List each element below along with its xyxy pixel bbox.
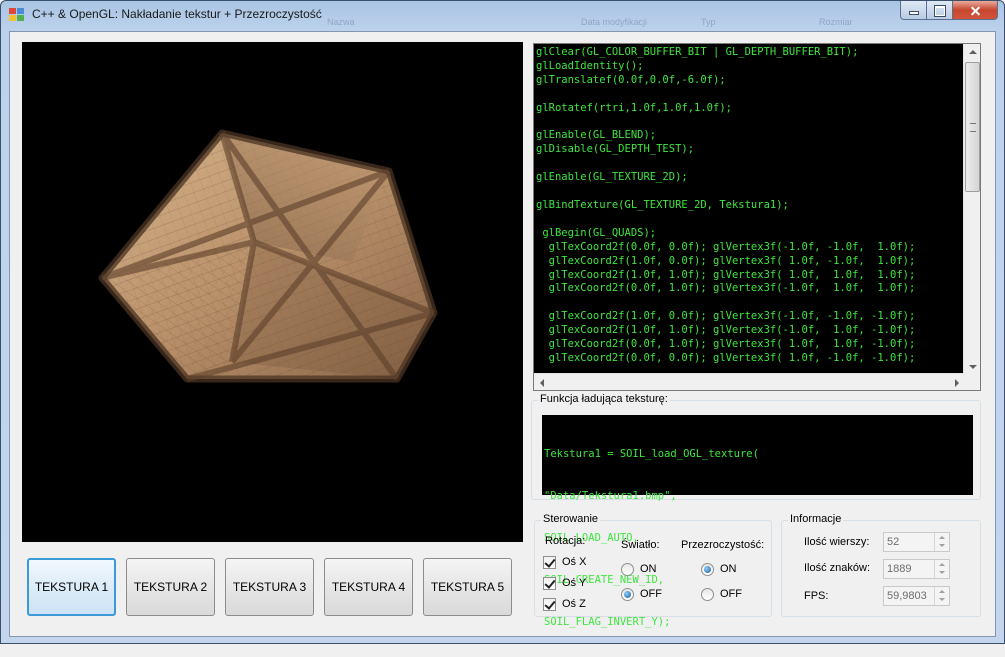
light-on-label[interactable]: ON: [640, 563, 657, 575]
ghost-header-name: Nazwa: [327, 17, 355, 27]
controls-title: Sterowanie: [541, 513, 601, 525]
code-line: glDisable(GL_DEPTH_TEST);: [536, 143, 695, 156]
transparency-off-radio[interactable]: [701, 588, 714, 601]
rows-count-spinner-icon: [934, 533, 949, 551]
scroll-up-icon[interactable]: [964, 44, 980, 61]
texture-1-button[interactable]: TEKSTURA 1: [27, 558, 116, 616]
code-line: glBegin(GL_QUADS);: [536, 226, 657, 239]
axis-z-label[interactable]: Oś Z: [562, 598, 586, 610]
texture-2-button[interactable]: TEKSTURA 2: [126, 558, 215, 616]
fps-value: 59,9803: [887, 590, 927, 602]
code-line: glTexCoord2f(0.0f, 1.0f); glVertex3f(-1.…: [536, 282, 916, 295]
chars-count-spinner-icon: [934, 560, 949, 578]
texture-3-button[interactable]: TEKSTURA 3: [225, 558, 314, 616]
chars-count-field: 1889: [883, 559, 950, 579]
loader-line: Tekstura1 = SOIL_load_OGL_texture(: [544, 448, 759, 460]
code-text[interactable]: glClear(GL_COLOR_BUFFER_BIT | GL_DEPTH_B…: [536, 46, 964, 372]
scroll-left-icon[interactable]: [534, 374, 551, 390]
textured-cube-render: [98, 129, 438, 383]
axis-y-checkbox[interactable]: [543, 577, 556, 590]
code-line: glTexCoord2f(1.0f, 1.0f); glVertex3f(-1.…: [536, 324, 916, 337]
title-bar[interactable]: C++ & OpenGL: Nakładanie tekstur + Przez…: [1, 1, 1004, 29]
fps-field: 59,9803: [883, 586, 950, 606]
axis-x-checkbox[interactable]: [543, 556, 556, 569]
code-line: glTexCoord2f(0.0f, 1.0f); glVertex3f( 1.…: [536, 338, 916, 351]
info-group: Informacje Ilość wierszy: 52 Ilość znakó…: [781, 513, 981, 617]
texture-4-button[interactable]: TEKSTURA 4: [324, 558, 413, 616]
ghost-header-size: Rozmiar: [819, 17, 853, 27]
ghost-header-type: Typ: [701, 17, 716, 27]
code-line: glTexCoord2f(1.0f, 0.0f); glVertex3f(-1.…: [536, 310, 916, 323]
close-button[interactable]: [953, 1, 998, 20]
scroll-corner: [963, 373, 980, 390]
minimize-button[interactable]: [900, 1, 927, 20]
transparency-on-label[interactable]: ON: [720, 563, 737, 575]
code-line: glTexCoord2f(1.0f, 1.0f); glVertex3f( 1.…: [536, 268, 916, 281]
light-label: Światło:: [621, 539, 660, 551]
fps-spinner-icon: [934, 587, 949, 605]
client-area: TEKSTURA 1 TEKSTURA 2 TEKSTURA 3 TEKSTUR…: [9, 31, 996, 637]
code-line: glEnable(GL_BLEND);: [536, 129, 657, 142]
horizontal-scrollbar[interactable]: [534, 373, 965, 390]
transparency-off-label[interactable]: OFF: [720, 588, 742, 600]
texture-loader-title: Funkcja ładująca teksturę:: [538, 393, 670, 405]
vertical-scroll-thumb[interactable]: [965, 62, 980, 192]
controls-group: Sterowanie Rotacja: Oś X Oś Y Oś Z Świat…: [534, 513, 772, 617]
opengl-viewport[interactable]: [22, 42, 523, 542]
rows-count-label: Ilość wierszy:: [804, 536, 870, 548]
transparency-on-radio[interactable]: [701, 563, 714, 576]
background-column-headers: Nazwa Data modyfikacji Typ Rozmiar: [1, 17, 1004, 27]
light-off-label[interactable]: OFF: [640, 588, 662, 600]
code-editor[interactable]: glClear(GL_COLOR_BUFFER_BIT | GL_DEPTH_B…: [533, 43, 981, 391]
light-on-radio[interactable]: [621, 563, 634, 576]
vertical-scrollbar[interactable]: [963, 44, 980, 375]
code-line: glRotatef(rtri,1.0f,1.0f,1.0f);: [536, 101, 732, 114]
code-line: glTexCoord2f(0.0f, 0.0f); glVertex3f( 1.…: [536, 351, 916, 364]
axis-z-checkbox[interactable]: [543, 598, 556, 611]
code-line: glEnable(GL_TEXTURE_2D);: [536, 171, 688, 184]
code-line: glTranslatef(0.0f,0.0f,-6.0f);: [536, 73, 726, 86]
code-line: glClear(GL_COLOR_BUFFER_BIT | GL_DEPTH_B…: [536, 46, 859, 58]
code-line: glBindTexture(GL_TEXTURE_2D, Tekstura1);: [536, 198, 789, 211]
maximize-button[interactable]: [927, 1, 953, 20]
texture-loader-group: Funkcja ładująca teksturę: Tekstura1 = S…: [531, 393, 981, 628]
axis-y-label[interactable]: Oś Y: [562, 577, 586, 589]
texture-loader-code[interactable]: Tekstura1 = SOIL_load_OGL_texture( "Data…: [542, 415, 973, 628]
code-line: glTexCoord2f(1.0f, 0.0f); glVertex3f( 1.…: [536, 254, 916, 267]
rotation-label: Rotacja:: [545, 535, 586, 547]
caption-buttons: [900, 1, 998, 21]
ghost-header-date: Data modyfikacji: [581, 17, 648, 27]
code-line: glLoadIdentity();: [536, 59, 644, 72]
main-window: C++ & OpenGL: Nakładanie tekstur + Przez…: [0, 0, 1005, 644]
light-off-radio[interactable]: [621, 588, 634, 601]
rows-count-value: 52: [887, 536, 900, 548]
loader-line: SOIL_FLAG_INVERT_Y);: [544, 616, 671, 628]
rows-count-field: 52: [883, 532, 950, 552]
texture-5-button[interactable]: TEKSTURA 5: [423, 558, 512, 616]
chars-count-label: Ilość znaków:: [804, 562, 871, 574]
fps-label: FPS:: [804, 590, 829, 602]
loader-line: "Data/Tekstura1.bmp",: [544, 490, 677, 502]
info-title: Informacje: [788, 513, 844, 525]
chars-count-value: 1889: [887, 563, 912, 575]
axis-x-label[interactable]: Oś X: [562, 556, 586, 568]
transparency-label: Przezroczystość:: [681, 539, 765, 551]
code-line: glTexCoord2f(0.0f, 0.0f); glVertex3f(-1.…: [536, 240, 916, 253]
